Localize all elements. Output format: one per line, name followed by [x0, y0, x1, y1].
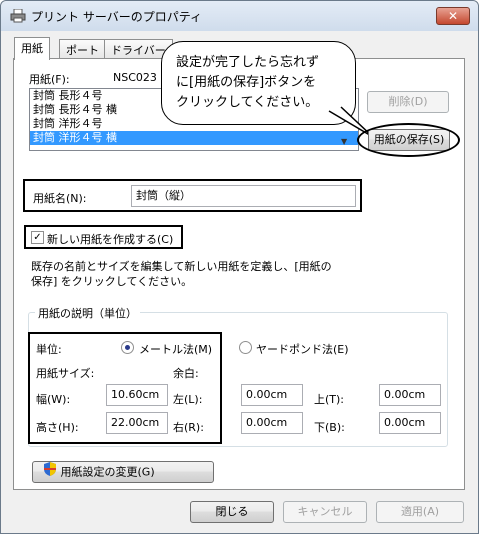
margins-label: 余白:: [173, 367, 199, 380]
top-margin-field[interactable]: 0.00cm: [379, 384, 441, 406]
height-field[interactable]: 22.00cm: [106, 412, 168, 434]
width-label: 幅(W):: [36, 393, 71, 406]
callout-text: 設定が完了したら忘れず に[用紙の保存]ボタンを クリックしてください。: [176, 53, 319, 113]
save-highlight-oval: [357, 123, 460, 157]
paper-name-label: 用紙名(N):: [33, 192, 87, 205]
right-margin-field[interactable]: 0.00cm: [241, 412, 303, 434]
top-margin-label: 上(T):: [314, 393, 345, 406]
printer-icon: [10, 8, 26, 23]
shield-icon: [43, 462, 57, 483]
description-line: 保存] をクリックしてください。: [31, 275, 193, 288]
left-margin-field[interactable]: 0.00cm: [241, 384, 303, 406]
description-line: 既存の名前とサイズを編集して新しい用紙を定義し、[用紙の: [31, 260, 332, 273]
cancel-button[interactable]: キャンセル: [283, 501, 367, 523]
metric-label: メートル法(M): [139, 343, 213, 356]
width-field[interactable]: 10.60cm: [106, 384, 168, 406]
printer-name: NSC023: [113, 71, 157, 84]
left-margin-label: 左(L):: [173, 393, 203, 406]
tab-port[interactable]: ポート: [59, 39, 106, 59]
callout-line: に[用紙の保存]ボタンを: [176, 75, 317, 90]
metric-radio[interactable]: [121, 341, 134, 354]
imperial-label: ヤードポンド法(E): [256, 343, 349, 356]
callout-line: クリックしてください。: [176, 95, 319, 110]
list-item-selected[interactable]: 封筒 洋形４号 横: [30, 131, 358, 145]
create-new-checkbox[interactable]: ✓: [31, 231, 44, 244]
properties-window: プリント サーバーのプロパティ ✕ 用紙 ポート ドライバー 用紙(F): NS…: [0, 0, 479, 534]
create-new-label: 新しい用紙を作成する(C): [47, 233, 174, 246]
group-title: 用紙の説明（単位）: [35, 305, 140, 321]
bottom-margin-field[interactable]: 0.00cm: [379, 412, 441, 434]
right-margin-label: 右(R):: [173, 421, 204, 434]
paper-label: 用紙(F):: [29, 73, 70, 86]
close-button[interactable]: 閉じる: [190, 501, 274, 523]
window-title: プリント サーバーのプロパティ: [31, 10, 202, 24]
bottom-margin-label: 下(B):: [314, 421, 345, 434]
change-settings-button[interactable]: 用紙設定の変更(G): [32, 461, 214, 483]
callout-line: 設定が完了したら忘れず: [176, 55, 320, 70]
close-icon[interactable]: ✕: [436, 7, 470, 25]
description-text: 既存の名前とサイズを編集して新しい用紙を定義し、[用紙の 保存] をクリックして…: [31, 259, 332, 289]
imperial-radio[interactable]: [239, 341, 252, 354]
apply-button[interactable]: 適用(A): [376, 501, 464, 523]
paper-name-field[interactable]: 封筒（縦）: [131, 185, 356, 207]
units-label: 単位:: [36, 343, 62, 356]
height-label: 高さ(H):: [36, 421, 79, 434]
radio-dot: [125, 345, 130, 350]
paper-size-label: 用紙サイズ:: [36, 367, 95, 380]
tab-paper[interactable]: 用紙: [14, 37, 50, 60]
change-settings-label: 用紙設定の変更(G): [60, 465, 155, 479]
